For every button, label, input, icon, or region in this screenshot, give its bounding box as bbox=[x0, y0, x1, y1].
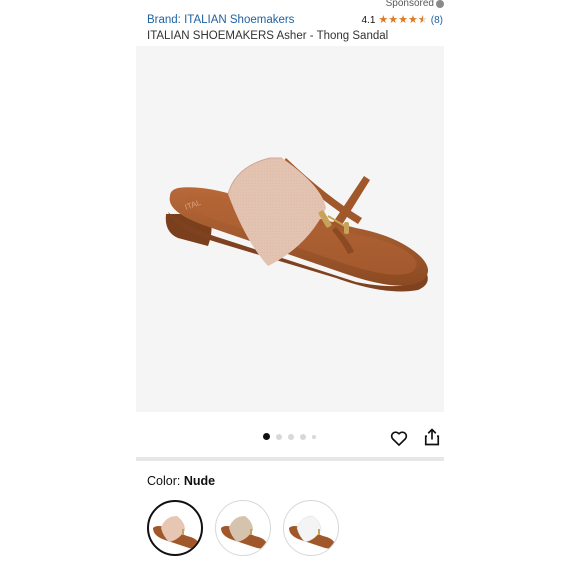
sandal-thumb-taupe bbox=[221, 516, 267, 549]
color-swatch-taupe[interactable] bbox=[215, 500, 271, 556]
star-half-icon: ★ bbox=[418, 14, 428, 26]
sponsored-label[interactable]: Sponsored bbox=[386, 0, 444, 9]
product-title[interactable]: ITALIAN SHOEMAKERS Asher - Thong Sandal bbox=[147, 30, 388, 42]
sponsored-text: Sponsored bbox=[385, 0, 434, 9]
sandal-illustration: ITAL bbox=[165, 157, 429, 292]
brand-rating-row: Brand: ITALIAN Shoemakers 4.1 ★ ★ ★ ★ ★ … bbox=[147, 14, 443, 26]
star-icon: ★ bbox=[398, 13, 409, 26]
pager-dot[interactable] bbox=[312, 434, 316, 439]
color-swatches bbox=[147, 500, 339, 556]
color-label: Color: bbox=[147, 474, 184, 488]
section-divider bbox=[136, 457, 444, 461]
heart-outline-icon bbox=[390, 431, 408, 446]
image-pager-dots[interactable] bbox=[263, 433, 316, 440]
heart-icon[interactable] bbox=[389, 428, 409, 448]
share-icon[interactable] bbox=[422, 427, 442, 447]
rating-stars: ★ ★ ★ ★ ★ bbox=[378, 13, 428, 26]
color-swatch-nude[interactable] bbox=[147, 500, 203, 556]
product-image[interactable]: ITAL bbox=[136, 46, 444, 412]
color-selected-value: Nude bbox=[183, 474, 216, 488]
star-icon: ★ bbox=[388, 13, 399, 26]
review-count-link[interactable]: (8) bbox=[431, 15, 443, 26]
gallery-controls bbox=[136, 422, 444, 454]
color-selection-label: Color: Nude bbox=[147, 474, 215, 488]
pager-dot[interactable] bbox=[300, 433, 306, 440]
info-icon[interactable] bbox=[436, 0, 444, 8]
pager-dot-active[interactable] bbox=[263, 433, 270, 440]
sandal-thumb-nude bbox=[153, 516, 199, 549]
sandal-thumb-white bbox=[289, 515, 335, 549]
star-icon: ★ bbox=[408, 13, 418, 26]
brand-link[interactable]: Brand: ITALIAN Shoemakers bbox=[147, 14, 294, 26]
rating-value: 4.1 bbox=[361, 14, 376, 26]
pager-dot[interactable] bbox=[288, 433, 294, 440]
pager-dot[interactable] bbox=[276, 433, 282, 440]
share-arrow-icon bbox=[424, 428, 440, 446]
star-icon: ★ bbox=[378, 13, 389, 26]
rating[interactable]: 4.1 ★ ★ ★ ★ ★ (8) bbox=[361, 13, 443, 26]
color-swatch-white[interactable] bbox=[283, 500, 339, 556]
